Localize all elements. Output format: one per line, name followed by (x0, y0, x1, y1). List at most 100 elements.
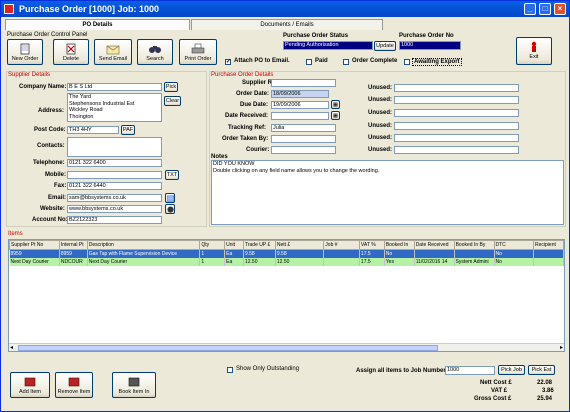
remove-item-button[interactable]: Remove Item (55, 372, 93, 398)
remove-item-label: Remove Item (57, 389, 91, 395)
column-header[interactable]: Unit (224, 240, 244, 250)
column-header[interactable]: VAT % (358, 240, 385, 250)
courier-field[interactable] (271, 146, 336, 154)
order-complete-checkbox[interactable] (343, 59, 349, 65)
show-only-outstanding-checkbox[interactable] (227, 367, 233, 373)
table-cell: No (494, 257, 535, 266)
paf-button[interactable]: PAF (121, 125, 135, 135)
table-row[interactable]: Next Day Courier NDCOUR Next Day Courier… (9, 257, 564, 266)
unused-field-5[interactable] (394, 134, 519, 142)
unused-field-6[interactable] (394, 146, 519, 154)
pick-est-button[interactable]: Pick Est (528, 365, 555, 375)
po-status-field[interactable]: Pending Authorisation (283, 41, 373, 50)
column-header[interactable]: Booked In By (453, 240, 495, 250)
pick-supplier-button[interactable]: Pick (164, 82, 178, 92)
delete-icon (66, 43, 76, 55)
telephone-field[interactable]: 0121 322 6400 (67, 159, 162, 167)
column-header[interactable]: Qty (199, 240, 226, 250)
address-field[interactable]: The Yard Stephensons Industrial Est Wick… (67, 93, 162, 122)
contacts-label: Contacts: (37, 143, 65, 149)
table-row[interactable]: 8959 8959 Gas Tap with Flame Supervision… (9, 249, 564, 258)
delete-button[interactable]: Delete (53, 39, 89, 65)
notes-field[interactable]: DID YOU KNOW Double clicking on any fiel… (211, 160, 564, 225)
unused-field-1[interactable] (394, 84, 519, 92)
order-taken-by-label: Order Taken By: (222, 136, 269, 142)
calendar-icon: ▦ (332, 113, 339, 119)
supplier-ref-field[interactable] (271, 79, 336, 87)
print-order-button[interactable]: Print Order (179, 39, 217, 65)
column-header[interactable]: Description (86, 240, 201, 250)
email-field[interactable]: sam@bbsystems.co.uk (67, 194, 162, 202)
add-item-label: Add Item (18, 389, 41, 395)
window-title: Purchase Order [1000] Job: 1000 (19, 4, 160, 14)
book-item-in-button[interactable]: Book Item In (112, 372, 156, 398)
contacts-field[interactable] (67, 137, 162, 157)
column-header[interactable]: DTC (493, 240, 535, 250)
column-header[interactable]: Trade UP £ (242, 240, 276, 250)
unused-label: Unused: (368, 97, 392, 103)
po-status-label: Purchase Order Status (283, 33, 349, 39)
new-order-button[interactable]: New Order (7, 39, 43, 65)
txt-button[interactable]: TXT (165, 170, 179, 180)
date-received-calendar-button[interactable]: ▦ (331, 111, 340, 120)
close-button[interactable]: × (554, 3, 566, 15)
postcode-label: Post Code: (34, 127, 66, 133)
attach-po-checkbox[interactable]: ✓ (225, 59, 231, 65)
maximize-button[interactable]: □ (539, 3, 551, 15)
table-cell: 9.58 (275, 249, 325, 258)
minimize-button[interactable]: _ (524, 3, 536, 15)
column-header[interactable]: Recipient (533, 240, 564, 250)
po-number-field[interactable]: 1000 (399, 41, 461, 50)
paid-checkbox[interactable] (306, 59, 312, 65)
company-name-field[interactable]: B E S Ltd (67, 83, 162, 91)
column-header[interactable]: Internal Pt (58, 240, 88, 250)
items-grid[interactable]: Supplier Pt No Internal Pt Description Q… (8, 239, 565, 352)
website-field[interactable]: www.bbsystems.co.uk (67, 205, 162, 213)
column-header[interactable]: Booked In (383, 240, 415, 250)
fax-field[interactable]: 0121 322 6440 (67, 182, 162, 190)
pick-job-button[interactable]: Pick Job (498, 365, 525, 375)
date-received-field[interactable] (271, 112, 329, 120)
mobile-field[interactable] (67, 171, 162, 179)
postcode-field[interactable]: TH3 4HY (67, 126, 119, 134)
scroll-left-icon[interactable]: ◂ (10, 344, 13, 351)
job-number-field[interactable]: 1000 (445, 366, 495, 375)
table-cell: 12.50 (275, 257, 325, 266)
due-date-label: Due Date: (240, 102, 269, 108)
unused-field-2[interactable] (394, 96, 519, 104)
purchase-order-window: Purchase Order [1000] Job: 1000 _ □ × PO… (0, 0, 570, 412)
clear-address-button[interactable]: Clear (164, 96, 181, 106)
column-header[interactable]: Date Received (413, 240, 455, 250)
order-taken-by-field[interactable] (271, 135, 336, 143)
order-date-field[interactable]: 18/09/2006 (271, 90, 329, 98)
table-cell: Yes (384, 257, 415, 266)
send-email-button[interactable]: Send Email (94, 39, 132, 65)
unused-field-3[interactable] (394, 109, 519, 117)
horizontal-scrollbar[interactable]: ◂ ▸ (9, 343, 564, 351)
book-in-icon (128, 377, 140, 387)
update-button[interactable]: Update (374, 41, 396, 51)
scroll-right-icon[interactable]: ▸ (560, 344, 563, 351)
send-email-label: Send Email (98, 56, 128, 62)
exit-button[interactable]: Exit (516, 37, 552, 65)
add-item-button[interactable]: Add Item (10, 372, 50, 398)
column-header[interactable]: Job # (323, 240, 360, 250)
due-date-calendar-button[interactable]: ▦ (331, 100, 340, 109)
open-website-button[interactable] (165, 204, 175, 214)
account-no-field[interactable]: BZ2122323 (67, 216, 162, 224)
tracking-ref-field[interactable]: Julia (271, 124, 336, 132)
website-label: Website: (40, 206, 65, 212)
awaiting-export-checkbox[interactable] (404, 59, 410, 65)
attach-po-label: Attach PO to Email. (234, 58, 290, 64)
order-complete-label: Order Complete (352, 58, 398, 64)
column-header[interactable]: Nett £ (274, 240, 325, 250)
column-header[interactable]: Supplier Pt No (9, 240, 60, 250)
due-date-field[interactable]: 19/09/2006 (271, 101, 329, 109)
tab-po-details[interactable]: PO Details (5, 19, 190, 30)
unused-field-4[interactable] (394, 122, 519, 130)
send-email-icon-button[interactable] (165, 193, 175, 203)
tab-documents-emails[interactable]: Documents / Emails (191, 19, 383, 30)
scrollbar-thumb[interactable] (18, 345, 438, 351)
search-button[interactable]: Search (137, 39, 173, 65)
fax-label: Fax: (54, 183, 67, 189)
